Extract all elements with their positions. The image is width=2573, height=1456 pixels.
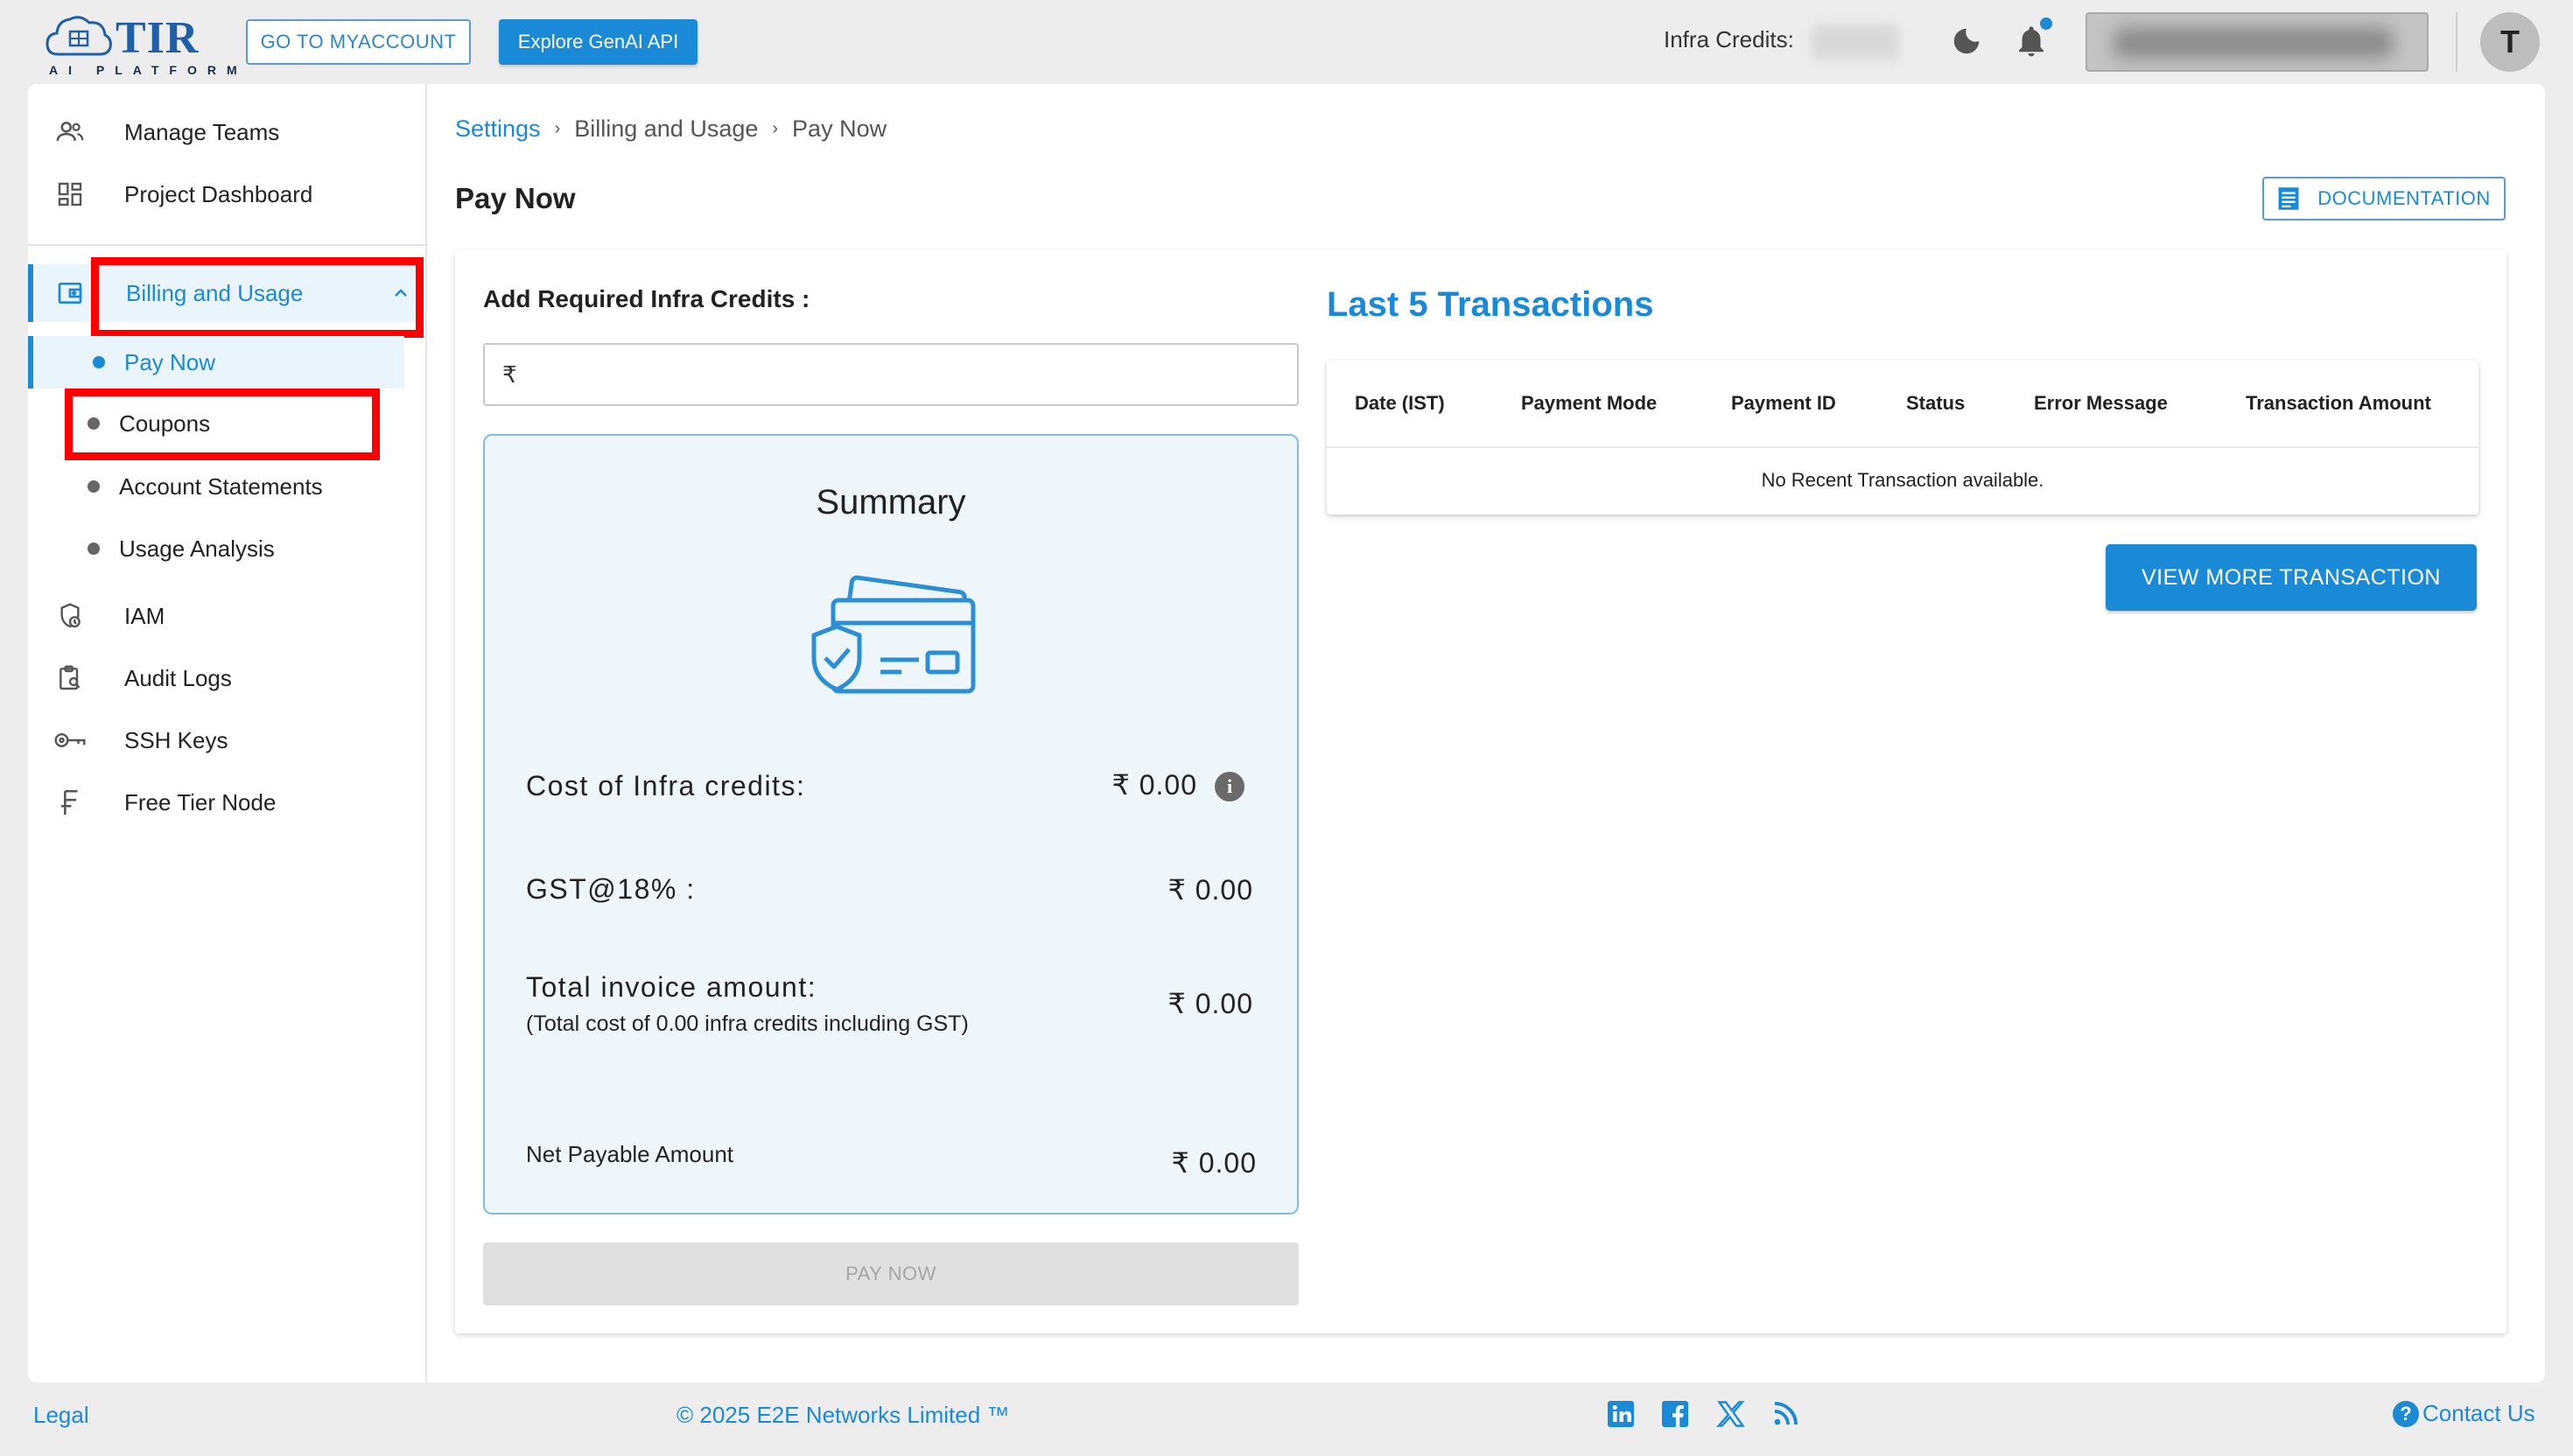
help-icon: ? — [2393, 1400, 2419, 1427]
team-icon — [53, 115, 88, 150]
cost-label: Cost of Infra credits: — [526, 770, 806, 802]
key-icon — [53, 723, 88, 758]
linkedin-icon[interactable] — [1605, 1398, 1637, 1430]
total-subtext: (Total cost of 0.00 infra credits includ… — [526, 1012, 969, 1036]
sidebar-item-iam[interactable]: IAM — [53, 594, 165, 638]
facebook-icon[interactable] — [1659, 1398, 1691, 1430]
wallet-icon — [53, 276, 88, 311]
sidebar-item-label: Free Tier Node — [124, 788, 277, 816]
page-title: Pay Now — [455, 182, 576, 214]
infra-credits-label: Infra Credits: — [1664, 26, 1794, 52]
column-header: Payment Mode — [1521, 392, 1658, 414]
sidebar-subitem-usage-analysis[interactable]: Usage Analysis — [88, 527, 275, 570]
contact-label: Contact Us — [2422, 1400, 2535, 1426]
sidebar-subitem-label: Account Statements — [119, 472, 323, 500]
info-icon[interactable]: i — [1215, 772, 1244, 802]
table-header: Date (IST) Payment Mode Payment ID Statu… — [1327, 360, 2478, 448]
iam-icon — [53, 598, 88, 634]
pay-now-button[interactable]: PAY NOW — [483, 1242, 1299, 1306]
breadcrumb-separator-icon: › — [554, 119, 561, 138]
view-more-transaction-button[interactable]: VIEW MORE TRANSACTION — [2106, 544, 2477, 611]
sidebar-item-free-tier-node[interactable]: Free Tier Node — [53, 780, 276, 824]
column-header: Error Message — [2034, 392, 2168, 414]
summary-card — [483, 434, 1299, 1214]
header-divider — [2456, 12, 2457, 72]
go-to-myaccount-button[interactable]: GO TO MYACCOUNT — [246, 19, 471, 65]
transactions-table: Date (IST) Payment Mode Payment ID Statu… — [1327, 360, 2478, 514]
free-tier-icon — [53, 785, 88, 820]
sidebar-subitem-pay-now[interactable]: Pay Now — [93, 340, 215, 384]
sidebar-divider — [425, 84, 427, 1382]
explore-genai-api-button[interactable]: Explore GenAI API — [499, 19, 698, 65]
logo-subtitle: AI PLATFORM — [49, 63, 248, 77]
documentation-button[interactable]: DOCUMENTATION — [2262, 177, 2506, 220]
rss-icon[interactable] — [1770, 1398, 1801, 1430]
total-label: Total invoice amount: — [526, 971, 817, 1003]
sidebar-item-label: Project Dashboard — [124, 180, 313, 207]
audit-icon — [53, 661, 88, 696]
breadcrumb-separator-icon: › — [772, 119, 779, 138]
bullet-icon — [93, 356, 105, 368]
add-credits-label: Add Required Infra Credits : — [483, 285, 810, 312]
empty-state-text: No Recent Transaction available. — [1761, 469, 2044, 491]
breadcrumb-current: Pay Now — [792, 116, 887, 142]
sidebar-separator — [28, 244, 425, 246]
notification-badge — [2040, 18, 2052, 30]
sidebar-subitem-label: Pay Now — [124, 348, 216, 375]
infra-credits-value-redacted — [1812, 24, 1899, 60]
documentation-label: DOCUMENTATION — [2317, 187, 2491, 209]
bullet-icon — [88, 480, 100, 493]
breadcrumb-billing: Billing and Usage — [574, 116, 759, 142]
cost-value: ₹ 0.00 — [1111, 769, 1197, 801]
column-header: Payment ID — [1731, 392, 1836, 414]
bullet-icon — [88, 542, 100, 555]
breadcrumb: Settings › Billing and Usage › Pay Now — [455, 116, 887, 143]
sidebar-item-label: Audit Logs — [124, 664, 232, 691]
tir-logo[interactable]: TIR AI PLATFORM — [46, 12, 237, 77]
sidebar-item-label: SSH Keys — [124, 726, 228, 753]
infra-credits-input[interactable]: ₹ — [483, 343, 1299, 406]
credit-card-shield-icon — [811, 575, 976, 694]
sidebar-item-project-dashboard[interactable]: Project Dashboard — [53, 172, 312, 216]
dashboard-icon — [53, 177, 88, 212]
sidebar-item-ssh-keys[interactable]: SSH Keys — [53, 718, 228, 762]
active-indicator — [28, 264, 33, 322]
net-payable-label: Net Payable Amount — [526, 1141, 734, 1167]
contact-us-link[interactable]: ? Contact Us — [2393, 1400, 2535, 1427]
rupee-prefix: ₹ — [502, 360, 517, 388]
gst-value: ₹ 0.00 — [1167, 874, 1253, 906]
active-indicator — [28, 336, 33, 388]
document-icon — [2278, 187, 2299, 210]
pay-now-row-highlight — [28, 336, 404, 388]
copyright-text: © 2025 E2E Networks Limited ™ — [677, 1402, 1010, 1428]
x-twitter-icon[interactable] — [1715, 1398, 1747, 1430]
dark-mode-icon[interactable] — [1950, 24, 1983, 58]
sidebar-item-manage-teams[interactable]: Manage Teams — [53, 110, 279, 154]
gst-label: GST@18% : — [526, 873, 696, 905]
summary-title: Summary — [816, 483, 966, 522]
highlight-box-coupons — [65, 388, 380, 460]
cloud-logo-icon — [46, 16, 112, 56]
column-header: Date (IST) — [1355, 392, 1445, 414]
logo-text: TIR — [116, 13, 200, 63]
column-header: Transaction Amount — [2246, 392, 2431, 414]
total-value: ₹ 0.00 — [1167, 988, 1253, 1019]
legal-link[interactable]: Legal — [33, 1402, 89, 1429]
sidebar-item-label: Manage Teams — [124, 118, 280, 145]
user-account-menu-redacted[interactable] — [2086, 12, 2429, 72]
sidebar-subitem-label: Usage Analysis — [119, 535, 275, 562]
sidebar-subitem-account-statements[interactable]: Account Statements — [88, 465, 323, 508]
avatar[interactable]: T — [2480, 12, 2540, 72]
sidebar-item-label: IAM — [124, 602, 165, 629]
column-header: Status — [1906, 392, 1966, 414]
sidebar-item-audit-logs[interactable]: Audit Logs — [53, 656, 232, 700]
transactions-title: Last 5 Transactions — [1327, 285, 1654, 324]
highlight-box-billing — [91, 257, 424, 338]
breadcrumb-settings[interactable]: Settings — [455, 116, 541, 143]
net-payable-value: ₹ 0.00 — [1171, 1147, 1257, 1179]
